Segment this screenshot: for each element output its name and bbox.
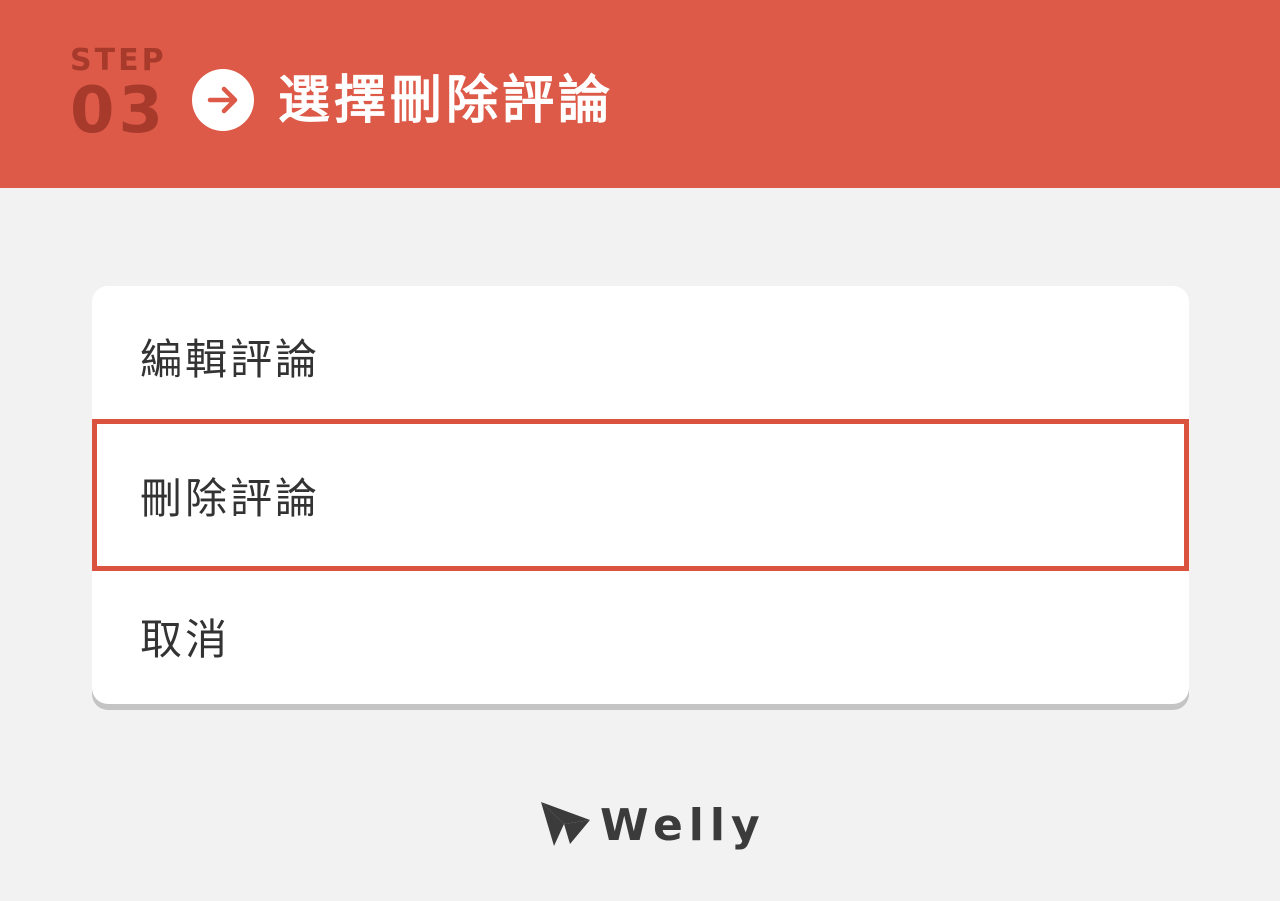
logo-text: Welly <box>600 800 766 851</box>
arrow-right-icon <box>192 69 254 131</box>
action-sheet: 編輯評論 取消 刪除評論 <box>92 286 1189 704</box>
step-title: 選擇刪除評論 <box>278 71 615 131</box>
menu-item-label: 刪除評論 <box>140 473 321 523</box>
menu-item-label: 取消 <box>140 614 231 664</box>
step-number: 03 <box>70 74 168 148</box>
step-word: STEP <box>70 43 167 78</box>
step-header: STEP 03 選擇刪除評論 <box>0 0 1280 188</box>
menu-item-delete-review[interactable]: 刪除評論 <box>92 419 1189 571</box>
menu-item-label: 編輯評論 <box>140 334 321 384</box>
paper-plane-icon <box>541 802 590 846</box>
welly-logo: Welly <box>540 800 760 852</box>
menu-item-edit-review[interactable]: 編輯評論 <box>92 286 1189 426</box>
menu-item-cancel[interactable]: 取消 <box>92 568 1189 704</box>
